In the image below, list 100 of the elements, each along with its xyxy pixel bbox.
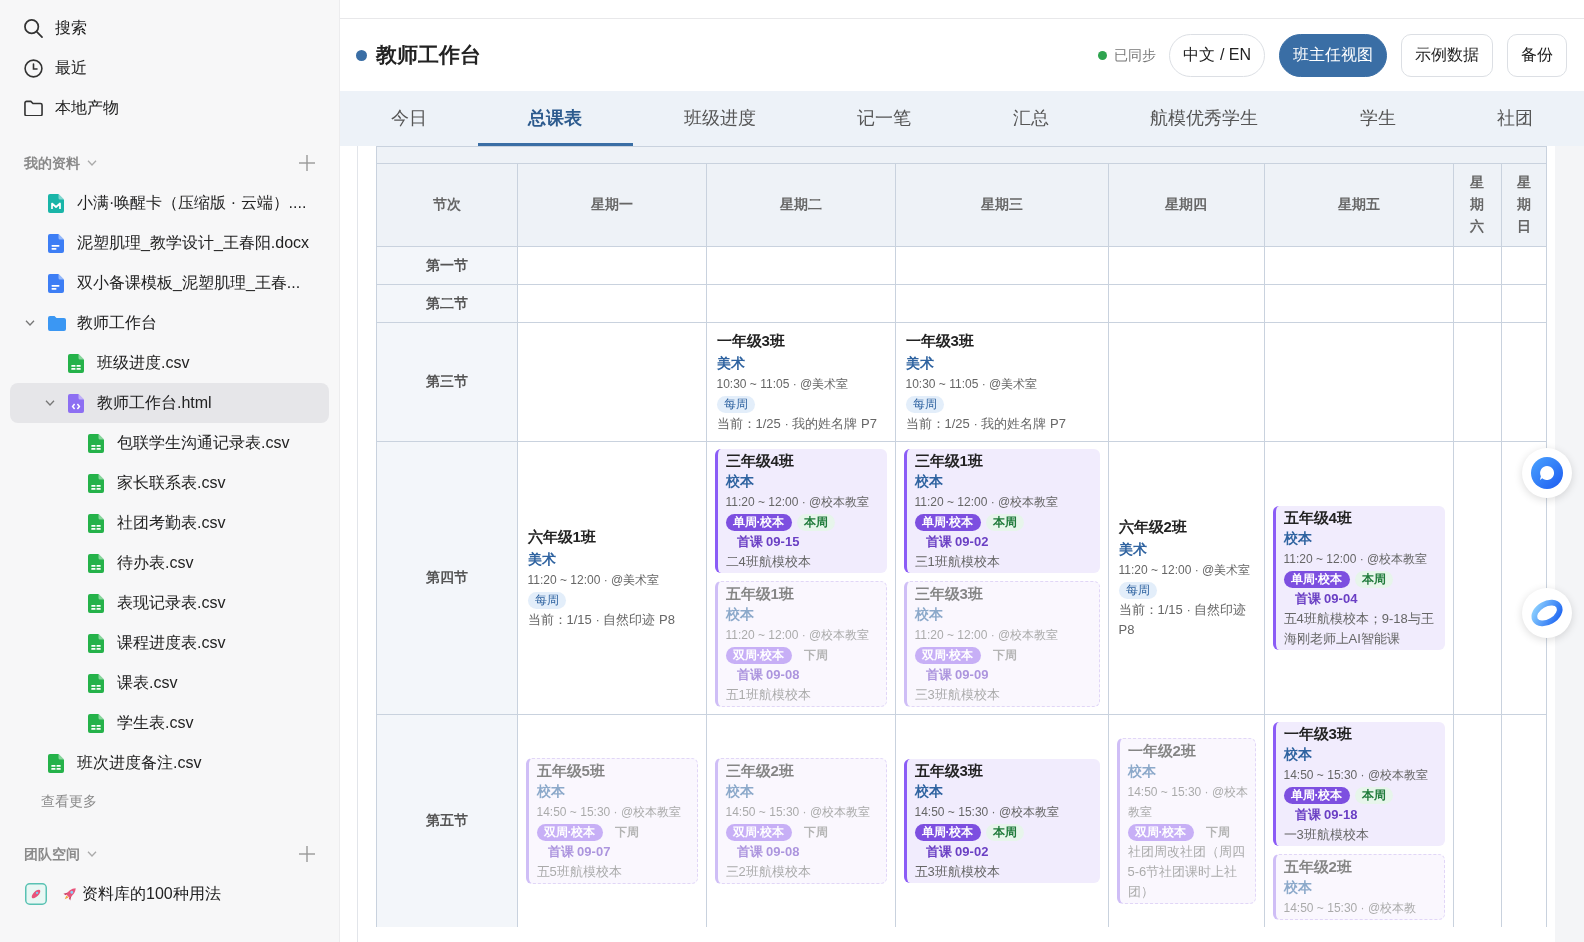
sync-status-dot-icon bbox=[1098, 50, 1108, 60]
class-name: 一年级3班 bbox=[716, 330, 786, 351]
subject-label: 美术 bbox=[716, 353, 746, 373]
column-header: 节次 bbox=[377, 164, 517, 246]
spreadsheet-icon bbox=[88, 513, 104, 533]
subject-label: 校本 bbox=[725, 471, 755, 491]
column-header: 星期四 bbox=[1108, 164, 1264, 246]
file-item[interactable]: 待办表.csv bbox=[10, 543, 329, 583]
file-item[interactable]: 课表.csv bbox=[10, 663, 329, 703]
tab[interactable]: 航模优秀学生 bbox=[1099, 91, 1309, 146]
frequency-badge: 单周·校本 bbox=[725, 513, 792, 531]
frequency-badge: 双周·校本 bbox=[914, 646, 981, 664]
file-item[interactable]: 教师工作台.html bbox=[10, 383, 329, 423]
search-icon bbox=[24, 18, 43, 38]
spreadsheet-icon bbox=[88, 713, 104, 733]
file-item[interactable]: 学生表.csv bbox=[10, 703, 329, 743]
lesson-note: 社团周改社团（周四5-6节社团课时上社团） bbox=[1127, 842, 1246, 901]
lesson-time: 10:30 ~ 11:05 · @美术室 bbox=[716, 375, 850, 393]
folder-icon bbox=[48, 315, 66, 331]
tab[interactable]: 记一笔 bbox=[806, 91, 962, 146]
class-name: 一年级3班 bbox=[1283, 723, 1353, 744]
row-header: 第三节 bbox=[377, 322, 517, 441]
lesson-time: 14:50 ~ 15:30 · @校本教室 bbox=[1283, 766, 1430, 784]
header-button[interactable]: 备份 bbox=[1507, 33, 1567, 77]
row-header: 第五节 bbox=[377, 714, 517, 927]
document-icon bbox=[48, 273, 64, 293]
clock-icon bbox=[24, 58, 43, 78]
spreadsheet-icon bbox=[88, 633, 104, 653]
rocket-tile-icon bbox=[25, 883, 47, 905]
week-badge: 本周 bbox=[985, 823, 1024, 841]
file-item[interactable]: 课程进度表.csv bbox=[10, 623, 329, 663]
subject-label: 校本 bbox=[1283, 877, 1313, 897]
subject-label: 校本 bbox=[914, 471, 944, 491]
lesson-time: 14:50 ~ 15:30 · @校本教室 bbox=[1127, 783, 1250, 821]
tab[interactable]: 汇总 bbox=[962, 91, 1100, 146]
tab[interactable]: 今日 bbox=[340, 91, 478, 146]
frequency-badge: 单周·校本 bbox=[1283, 786, 1350, 804]
header-button[interactable]: 中文 / EN bbox=[1169, 33, 1265, 77]
lesson-time: 14:50 ~ 15:30 · @校本教 bbox=[1283, 899, 1418, 917]
lesson-time: 11:20 ~ 12:00 · @美术室 bbox=[527, 571, 661, 589]
frequency-badge: 每周 bbox=[905, 395, 944, 413]
table-cell bbox=[1453, 284, 1501, 322]
file-item[interactable]: 双小备课模板_泥塑肌理_王春... bbox=[10, 263, 329, 303]
first-lesson-date: 首课 09-15 bbox=[736, 532, 801, 551]
lesson-note: 当前：1/15 · 自然印迹 P8 bbox=[527, 610, 676, 629]
frequency-badge: 双周·校本 bbox=[1127, 823, 1194, 841]
week-badge: 本周 bbox=[985, 513, 1024, 531]
lesson-time: 11:20 ~ 12:00 · @校本教室 bbox=[914, 493, 1060, 511]
spreadsheet-icon bbox=[68, 353, 84, 373]
spreadsheet-icon bbox=[88, 433, 104, 453]
frequency-badge: 每周 bbox=[716, 395, 755, 413]
subject-label: 校本 bbox=[914, 604, 944, 624]
frequency-badge: 每周 bbox=[1118, 581, 1157, 599]
first-lesson-date: 首课 09-09 bbox=[925, 665, 990, 684]
header-button[interactable]: 班主任视图 bbox=[1279, 33, 1387, 77]
tab[interactable]: 班级进度 bbox=[633, 91, 807, 146]
lesson-time: 11:20 ~ 12:00 · @校本教室 bbox=[725, 626, 871, 644]
class-name: 五年级3班 bbox=[914, 760, 984, 781]
folder-item[interactable]: 教师工作台 bbox=[10, 303, 329, 343]
nav-item[interactable]: 本地产物 bbox=[10, 88, 329, 128]
subject-label: 校本 bbox=[1283, 744, 1313, 764]
week-badge: 本周 bbox=[1354, 786, 1393, 804]
file-item[interactable]: 包联学生沟通记录表.csv bbox=[10, 423, 329, 463]
subject-label: 校本 bbox=[725, 781, 755, 801]
frequency-badge: 双周·校本 bbox=[725, 646, 792, 664]
week-label: 下周 bbox=[1204, 823, 1231, 841]
week-label: 下周 bbox=[991, 646, 1018, 664]
nav-item[interactable]: 搜索 bbox=[10, 8, 329, 48]
file-item[interactable]: 小满·唤醒卡（压缩版 · 云端）.... bbox=[10, 183, 329, 223]
lesson-note: 三2班航模校本 bbox=[725, 862, 812, 881]
lesson-time: 11:20 ~ 12:00 · @校本教室 bbox=[1283, 550, 1429, 568]
file-item[interactable]: 班级进度.csv bbox=[10, 343, 329, 383]
file-item[interactable]: 班次进度备注.csv bbox=[10, 743, 329, 783]
lesson-note: 五4班航模校本；9-18与王海刚老师上AI智能课 bbox=[1283, 609, 1435, 648]
column-header: 星期三 bbox=[895, 164, 1108, 246]
first-lesson-date: 首课 09-18 bbox=[1294, 805, 1359, 824]
column-header: 星期二 bbox=[706, 164, 895, 246]
file-item[interactable]: 家长联系表.csv bbox=[10, 463, 329, 503]
tab[interactable]: 社团 bbox=[1446, 91, 1584, 146]
class-name: 一年级2班 bbox=[1127, 740, 1197, 761]
column-header: 星期五 bbox=[1264, 164, 1453, 246]
subject-label: 校本 bbox=[1283, 528, 1313, 548]
tab[interactable]: 学生 bbox=[1309, 91, 1447, 146]
class-name: 一年级3班 bbox=[905, 330, 975, 351]
class-name: 三年级1班 bbox=[914, 450, 984, 471]
table-cell bbox=[1453, 246, 1501, 284]
file-item[interactable]: 表现记录表.csv bbox=[10, 583, 329, 623]
spreadsheet-icon bbox=[88, 553, 104, 573]
frequency-badge: 单周·校本 bbox=[1283, 570, 1350, 588]
first-lesson-date: 首课 09-07 bbox=[547, 842, 612, 861]
nav-item[interactable]: 最近 bbox=[10, 48, 329, 88]
header-button[interactable]: 示例数据 bbox=[1401, 33, 1493, 77]
space-item[interactable]: 资料库的100种用法 bbox=[10, 874, 329, 914]
spreadsheet-icon bbox=[88, 473, 104, 493]
spreadsheet-icon bbox=[88, 593, 104, 613]
first-lesson-date: 首课 09-04 bbox=[1294, 589, 1359, 608]
file-item[interactable]: 社团考勤表.csv bbox=[10, 503, 329, 543]
first-lesson-date: 首课 09-02 bbox=[925, 842, 990, 861]
lesson-time: 11:20 ~ 12:00 · @校本教室 bbox=[914, 626, 1060, 644]
file-item[interactable]: 泥塑肌理_教学设计_王春阳.docx bbox=[10, 223, 329, 263]
